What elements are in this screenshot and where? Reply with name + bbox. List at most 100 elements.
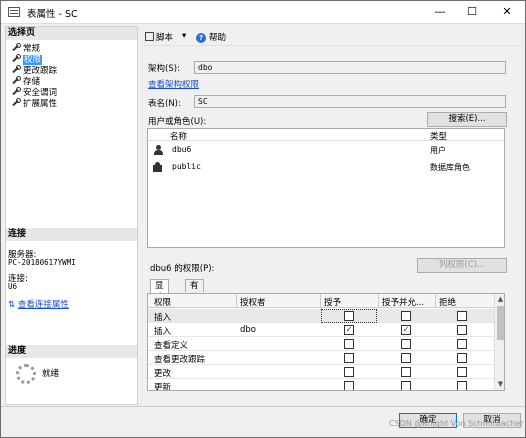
minimize-button[interactable]: — (423, 1, 457, 23)
permission-row[interactable]: 插入 dbo ✓ ✓ (148, 323, 494, 337)
left-panel: 选择页 常规 权限 更改跟踪 存储 安全谓词 扩展属性 连接 服务器: PC-2… (5, 26, 138, 405)
user-icon (153, 145, 163, 156)
wrench-icon (11, 43, 21, 52)
script-button[interactable]: 脚本 (145, 31, 173, 43)
table-name-field[interactable]: SC (194, 95, 506, 108)
view-schema-permissions-link[interactable]: 查看架构权限 (148, 78, 199, 90)
deny-checkbox[interactable] (457, 325, 467, 335)
script-icon (145, 32, 154, 41)
role-icon (153, 162, 163, 173)
nav-item-security-predicates[interactable]: 安全谓词 (11, 86, 57, 98)
permissions-title: dbu6 的权限(P): (150, 264, 215, 274)
with-grant-checkbox[interactable] (401, 353, 411, 363)
permission-row[interactable]: 查看更改跟踪 (148, 351, 494, 365)
scroll-down-icon[interactable]: ▼ (495, 379, 504, 390)
permission-row[interactable]: 插入 (148, 309, 494, 323)
connection-header: 连接 (6, 228, 137, 241)
col-permission-header: 权限 (154, 298, 172, 308)
nav-item-change-tracking[interactable]: 更改跟踪 (11, 64, 57, 76)
scroll-thumb[interactable] (497, 306, 504, 340)
table-properties-window: 表属性 - SC — ☐ ✕ 选择页 常规 权限 更改跟踪 存储 安全谓词 扩展… (0, 0, 526, 438)
permission-grantor: dbo (240, 325, 256, 335)
nav-item-storage[interactable]: 存储 (11, 75, 40, 87)
grant-checkbox[interactable] (344, 367, 354, 377)
connection-props-icon: ⇅ (8, 300, 16, 310)
with-grant-checkbox[interactable] (401, 381, 411, 390)
col-name-header: 名称 (170, 132, 188, 142)
watermark: CSDN @Knight Von Schmitbacher (389, 419, 524, 428)
schema-label: 架构(S): (148, 64, 180, 74)
permissions-scrollbar[interactable]: ▲ ▼ (494, 294, 504, 390)
with-grant-checkbox[interactable] (401, 367, 411, 377)
tab-explicit[interactable]: 显式 (150, 279, 169, 303)
deny-checkbox[interactable] (457, 381, 467, 390)
col-grant-header: 授予 (324, 298, 342, 308)
wrench-icon (11, 76, 21, 85)
main-panel: 脚本 ▾ ? 帮助 架构(S): dbo 查看架构权限 表名(N): SC 用户或… (141, 26, 523, 406)
connection-value: U6 (8, 282, 18, 291)
wrench-icon (11, 65, 21, 74)
deny-checkbox[interactable] (457, 311, 467, 321)
search-button[interactable]: 搜索(E)... (427, 112, 507, 127)
grant-checkbox[interactable]: ✓ (344, 325, 354, 335)
col-type-header: 类型 (430, 132, 448, 142)
column-permissions-button[interactable]: 列权限(C)... (417, 258, 507, 273)
grant-checkbox[interactable] (344, 381, 354, 390)
permission-name: 查看更改跟踪 (154, 355, 206, 365)
progress-spinner-icon (16, 364, 36, 384)
wrench-icon (11, 54, 21, 63)
grant-checkbox[interactable] (344, 353, 354, 363)
permission-name: 更改 (154, 369, 172, 379)
principals-header: 名称 类型 (148, 129, 504, 142)
help-icon: ? (196, 33, 206, 43)
principals-grid[interactable]: 名称 类型 dbu6 用户 public 数据库角色 (147, 128, 505, 248)
nav-item-general[interactable]: 常规 (11, 42, 40, 54)
nav-item-permissions[interactable]: 权限 (11, 53, 43, 65)
col-grantor-header: 授权者 (240, 298, 266, 308)
permission-name: 插入 (154, 313, 172, 323)
permission-name: 更新 (154, 383, 172, 391)
permission-row[interactable]: 更改 (148, 365, 494, 379)
select-page-header: 选择页 (6, 27, 137, 40)
toolbar: 脚本 ▾ ? 帮助 (141, 26, 523, 46)
permission-row[interactable]: 查看定义 (148, 337, 494, 351)
permissions-grid[interactable]: 权限 授权者 授予 授予并允... 拒绝 插入 插入 dbo ✓ ✓ 查看定义 查看更改跟踪… (147, 293, 505, 391)
deny-checkbox[interactable] (457, 353, 467, 363)
wrench-icon (11, 87, 21, 96)
grant-checkbox[interactable] (344, 311, 354, 321)
users-roles-label: 用户或角色(U): (148, 117, 207, 127)
tab-effective[interactable]: 有效 (185, 279, 204, 303)
col-with-grant-header: 授予并允... (382, 298, 425, 308)
title-bar: 表属性 - SC — ☐ ✕ (1, 1, 525, 24)
script-dropdown-icon[interactable]: ▾ (182, 31, 186, 41)
principal-type: 用户 (430, 146, 446, 155)
nav-item-extended-properties[interactable]: 扩展属性 (11, 97, 57, 109)
permission-name: 查看定义 (154, 341, 189, 351)
permission-row[interactable]: 更新 (148, 379, 494, 391)
window-title: 表属性 - SC (27, 9, 78, 20)
wrench-icon (11, 98, 21, 107)
deny-checkbox[interactable] (457, 339, 467, 349)
principal-name: public (172, 162, 201, 171)
principal-type: 数据库角色 (430, 163, 470, 172)
server-value: PC-20180617YWMI (8, 258, 76, 267)
progress-status: 就绪 (42, 369, 60, 379)
permissions-header: 权限 授权者 授予 授予并允... 拒绝 (148, 294, 494, 308)
view-connection-properties[interactable]: ⇅ 查看连接属性 (8, 298, 69, 310)
close-button[interactable]: ✕ (490, 1, 524, 23)
maximize-button[interactable]: ☐ (455, 1, 489, 23)
progress-header: 进度 (6, 345, 137, 358)
with-grant-checkbox[interactable] (401, 339, 411, 349)
grant-checkbox[interactable] (344, 339, 354, 349)
with-grant-checkbox[interactable]: ✓ (401, 325, 411, 335)
help-button[interactable]: ? 帮助 (196, 31, 226, 43)
scroll-up-icon[interactable]: ▲ (495, 294, 504, 305)
with-grant-checkbox[interactable] (401, 311, 411, 321)
schema-field[interactable]: dbo (194, 61, 506, 74)
principal-name: dbu6 (172, 145, 192, 154)
principal-row[interactable]: dbu6 用户 (148, 143, 504, 159)
window-icon (8, 7, 20, 17)
permission-name: 插入 (154, 327, 172, 337)
deny-checkbox[interactable] (457, 367, 467, 377)
principal-row[interactable]: public 数据库角色 (148, 160, 504, 176)
